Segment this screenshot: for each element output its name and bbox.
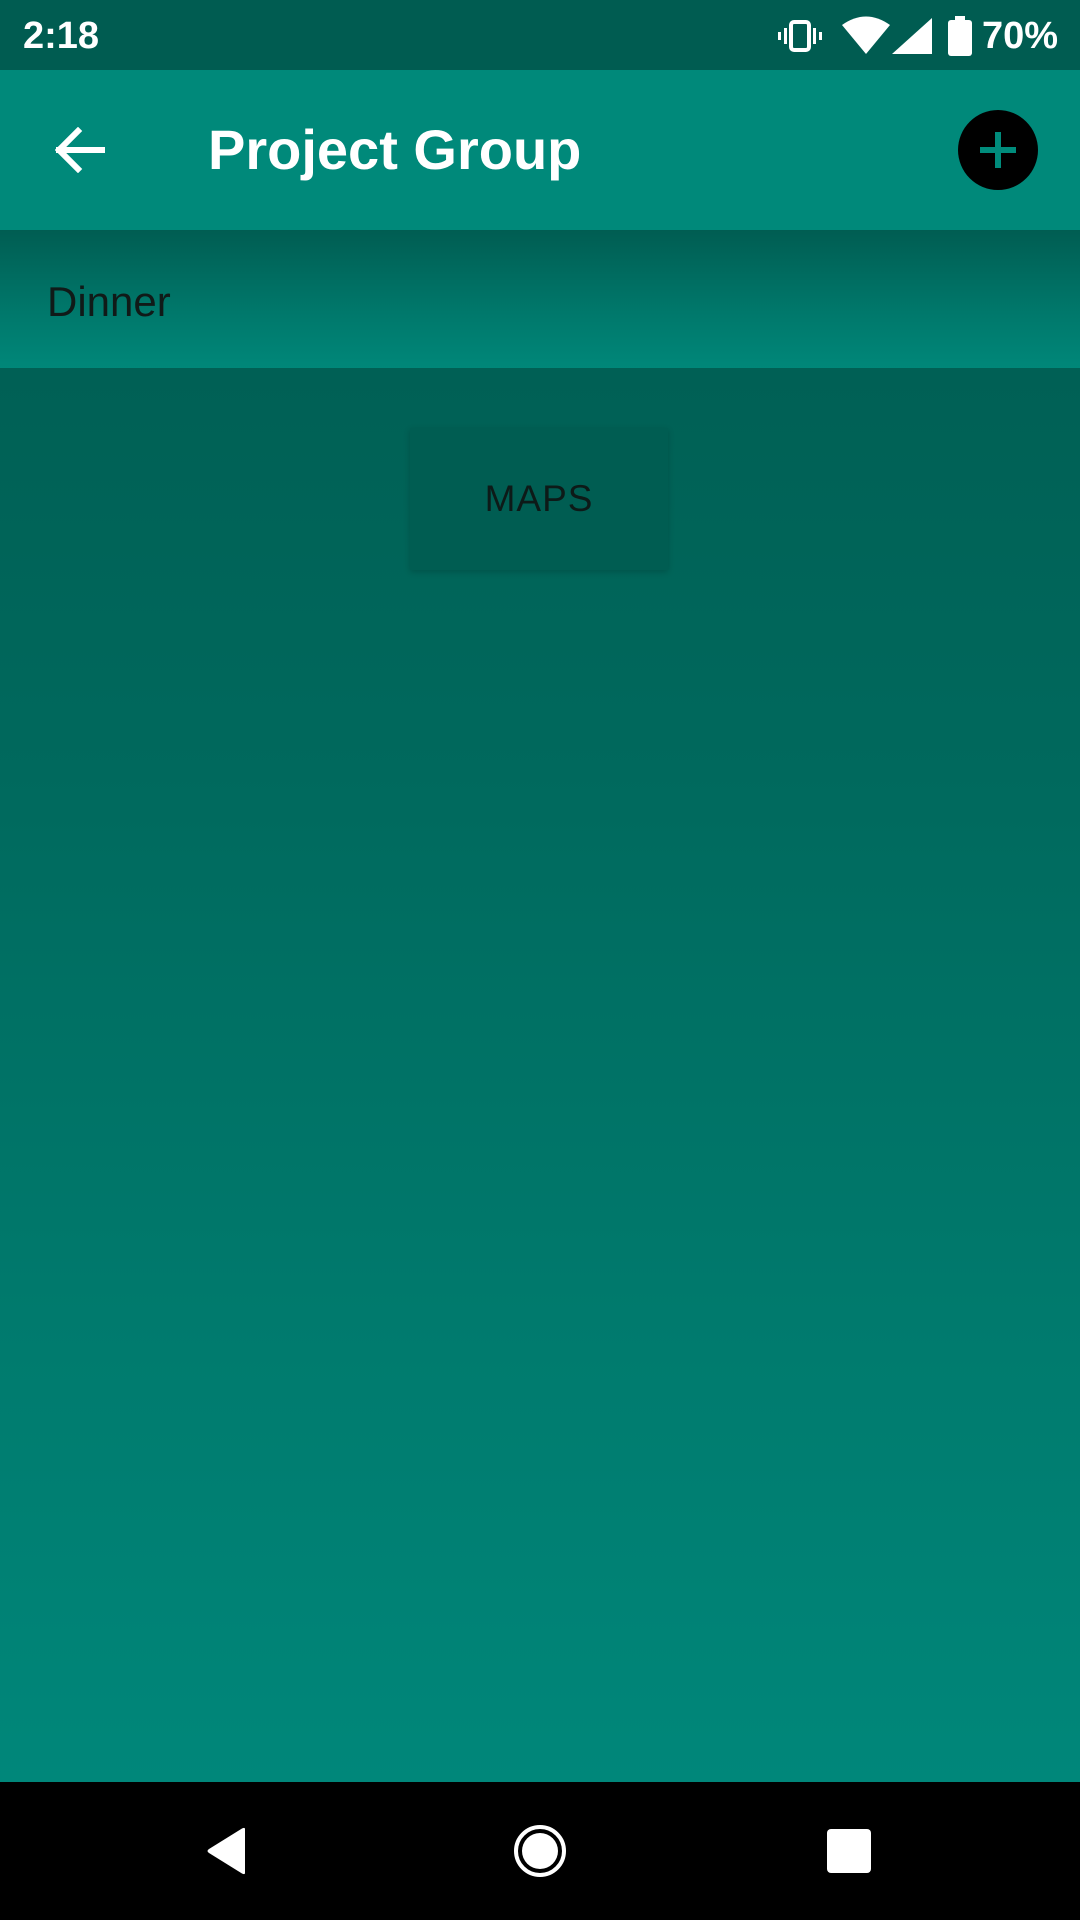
nav-home-button[interactable] — [500, 1811, 580, 1891]
add-button[interactable] — [958, 110, 1038, 190]
nav-back-button[interactable] — [187, 1811, 267, 1891]
back-button[interactable] — [40, 110, 120, 190]
page-title: Project Group — [208, 118, 582, 181]
vibrate-icon — [777, 20, 822, 52]
nav-back-icon — [207, 1827, 245, 1875]
nav-recents-button[interactable] — [809, 1811, 889, 1891]
list-item-label: Dinner — [47, 278, 171, 325]
list-item[interactable]: Dinner — [0, 230, 1080, 368]
status-time: 2:18 — [23, 15, 100, 57]
navigation-bar — [0, 1782, 1080, 1920]
add-circle-icon — [980, 132, 1016, 168]
maps-button[interactable]: MAPS — [410, 428, 668, 570]
status-bar: 2:18 70% — [0, 0, 1080, 70]
arrow-back-icon — [55, 127, 105, 173]
status-icons: 70% — [777, 12, 1058, 60]
cell-signal-icon — [891, 18, 932, 54]
battery-icon — [947, 16, 972, 56]
battery-percent: 70% — [981, 15, 1058, 57]
content-area: Dinner MAPS — [0, 230, 1080, 1782]
nav-home-icon — [514, 1825, 566, 1877]
wifi-icon — [841, 16, 890, 54]
app-bar: Project Group — [0, 70, 1080, 230]
nav-recents-icon — [827, 1829, 871, 1873]
